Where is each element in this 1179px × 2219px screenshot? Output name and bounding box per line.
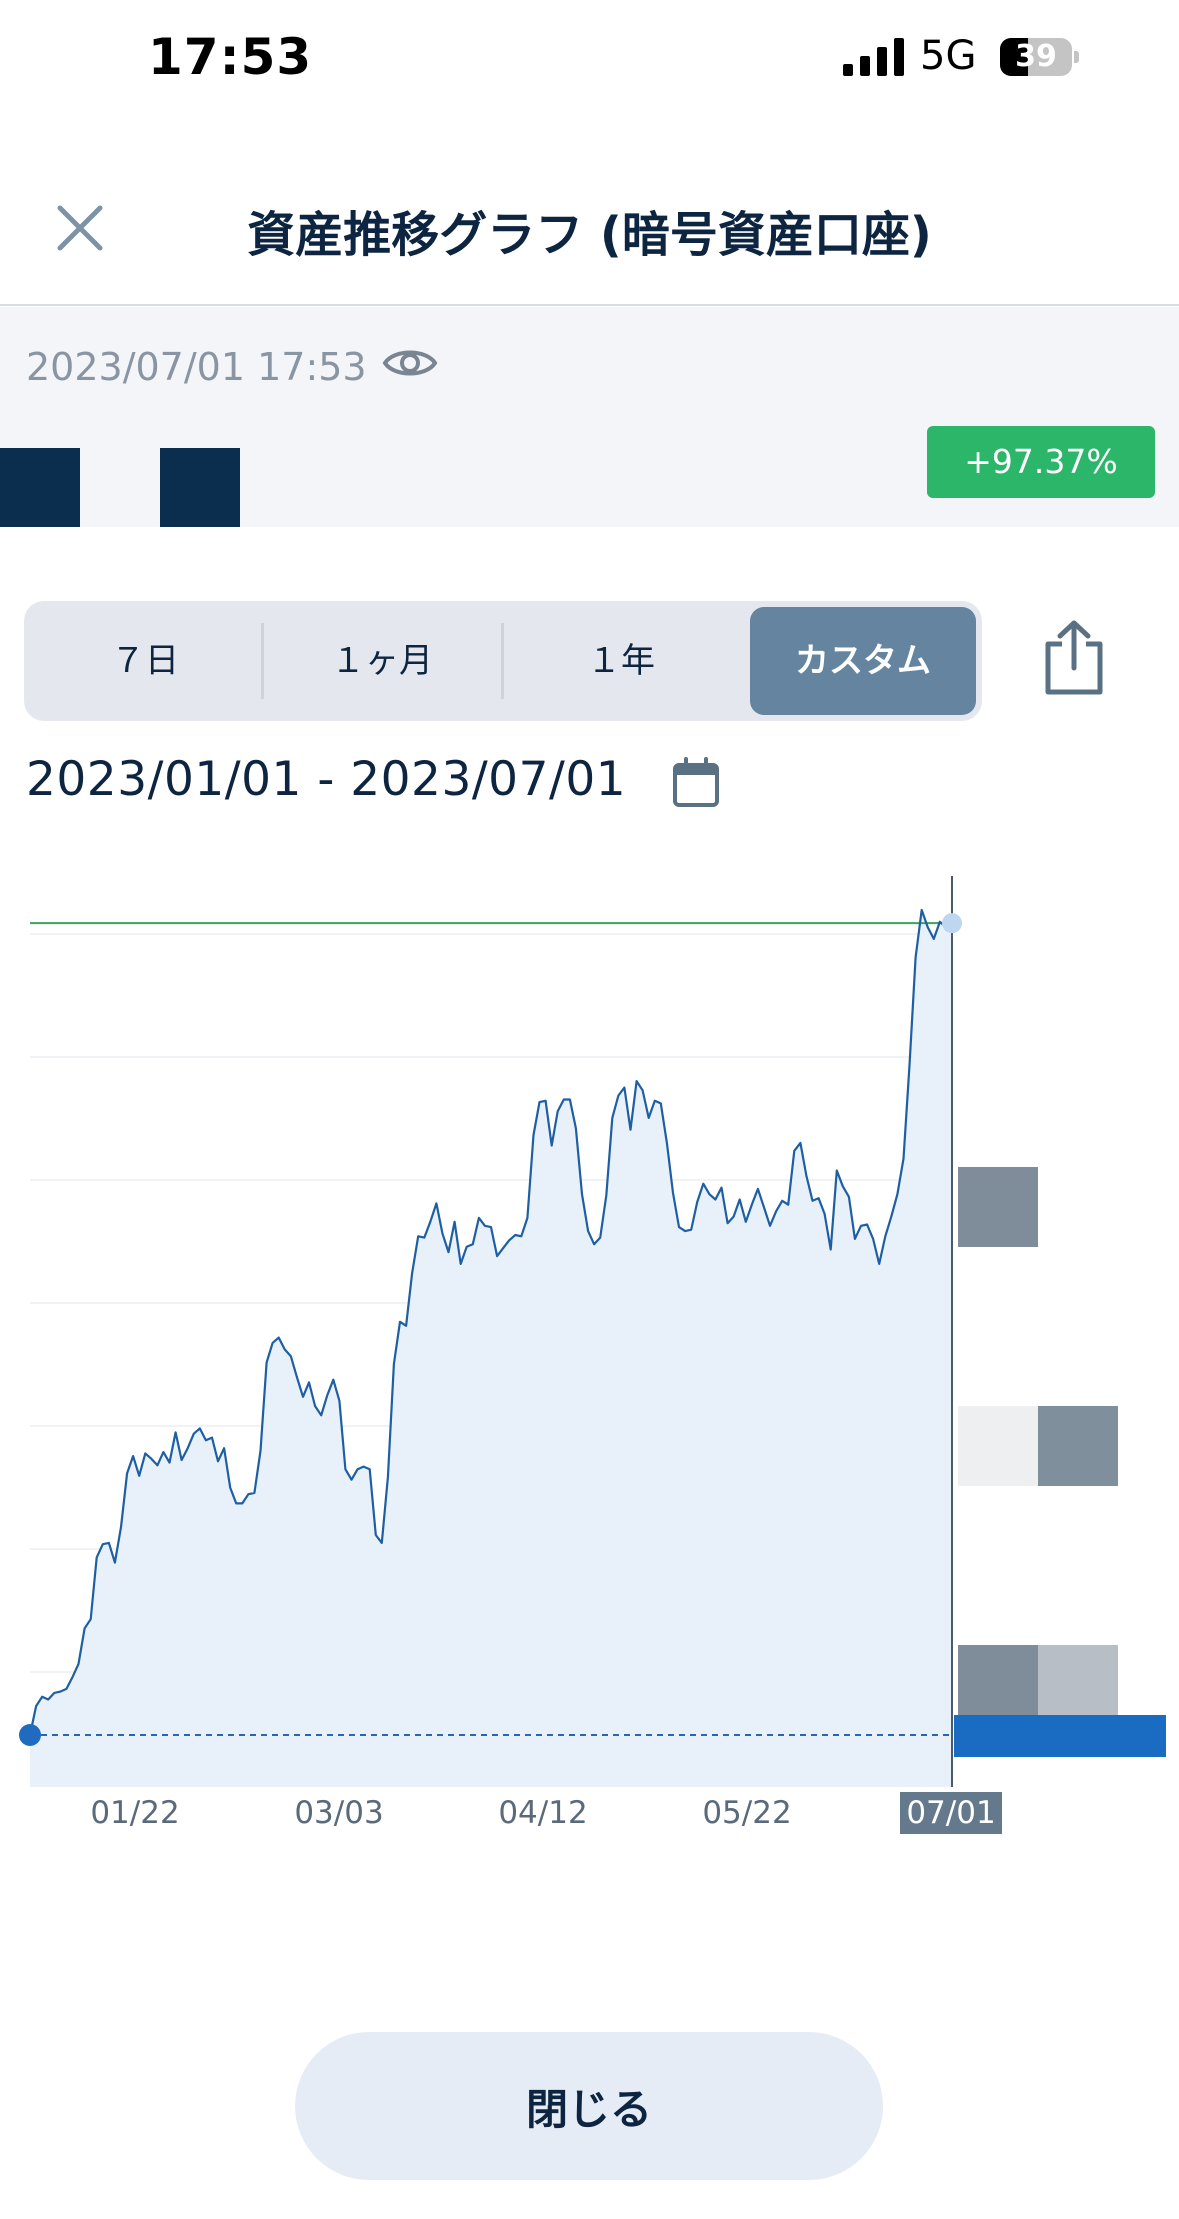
asset-chart[interactable]: 01/22 03/03 04/12 05/22 07/01 — [0, 860, 1179, 1840]
masked-axis-label — [1038, 1406, 1118, 1486]
close-icon[interactable] — [50, 198, 110, 258]
tab-1year[interactable]: １年 — [506, 607, 736, 715]
calendar-icon[interactable] — [672, 757, 720, 809]
x-tick-label: 03/03 — [294, 1795, 383, 1831]
masked-axis-label — [958, 1645, 1038, 1725]
signal-icon — [843, 38, 904, 76]
summary-timestamp: 2023/07/01 17:53 — [26, 345, 367, 389]
masked-axis-label — [958, 1167, 1038, 1247]
baseline-point — [19, 1724, 41, 1746]
asset-summary: 2023/07/01 17:53 +97.37% — [0, 307, 1179, 527]
x-tick-label: 07/01 — [906, 1795, 995, 1831]
chart-svg: 01/22 03/03 04/12 05/22 07/01 — [19, 876, 1166, 1834]
eye-icon[interactable] — [382, 343, 438, 383]
masked-axis-label — [1038, 1645, 1118, 1725]
baseline-value-tag — [954, 1715, 1166, 1757]
tab-7days[interactable]: ７日 — [30, 607, 260, 715]
x-tick-label: 05/22 — [702, 1795, 791, 1831]
date-range: 2023/01/01 - 2023/07/01 — [26, 752, 627, 807]
battery-level-text: 39 — [1015, 39, 1057, 74]
battery-icon: 39 — [1000, 38, 1080, 76]
change-badge: +97.37% — [927, 426, 1155, 498]
end-point — [942, 913, 962, 934]
x-tick-label: 01/22 — [90, 1795, 179, 1831]
status-time: 17:53 — [148, 28, 313, 86]
period-selector: ７日 １ヶ月 １年 カスタム — [24, 601, 982, 721]
close-button[interactable]: 閉じる — [295, 2032, 883, 2180]
masked-amount-block — [160, 448, 240, 527]
tab-custom[interactable]: カスタム — [750, 607, 976, 715]
share-icon[interactable] — [1040, 618, 1108, 698]
network-label: 5G — [920, 33, 977, 79]
nav-header: 資産推移グラフ (暗号資産口座) — [0, 150, 1179, 306]
status-bar: 17:53 5G 39 — [0, 0, 1179, 115]
x-tick-label: 04/12 — [498, 1795, 587, 1831]
page-title: 資産推移グラフ (暗号資産口座) — [247, 207, 932, 263]
chart-area — [30, 910, 952, 1787]
tab-1month[interactable]: １ヶ月 — [266, 607, 498, 715]
masked-axis-label — [958, 1406, 1038, 1486]
masked-amount-block — [0, 448, 80, 527]
